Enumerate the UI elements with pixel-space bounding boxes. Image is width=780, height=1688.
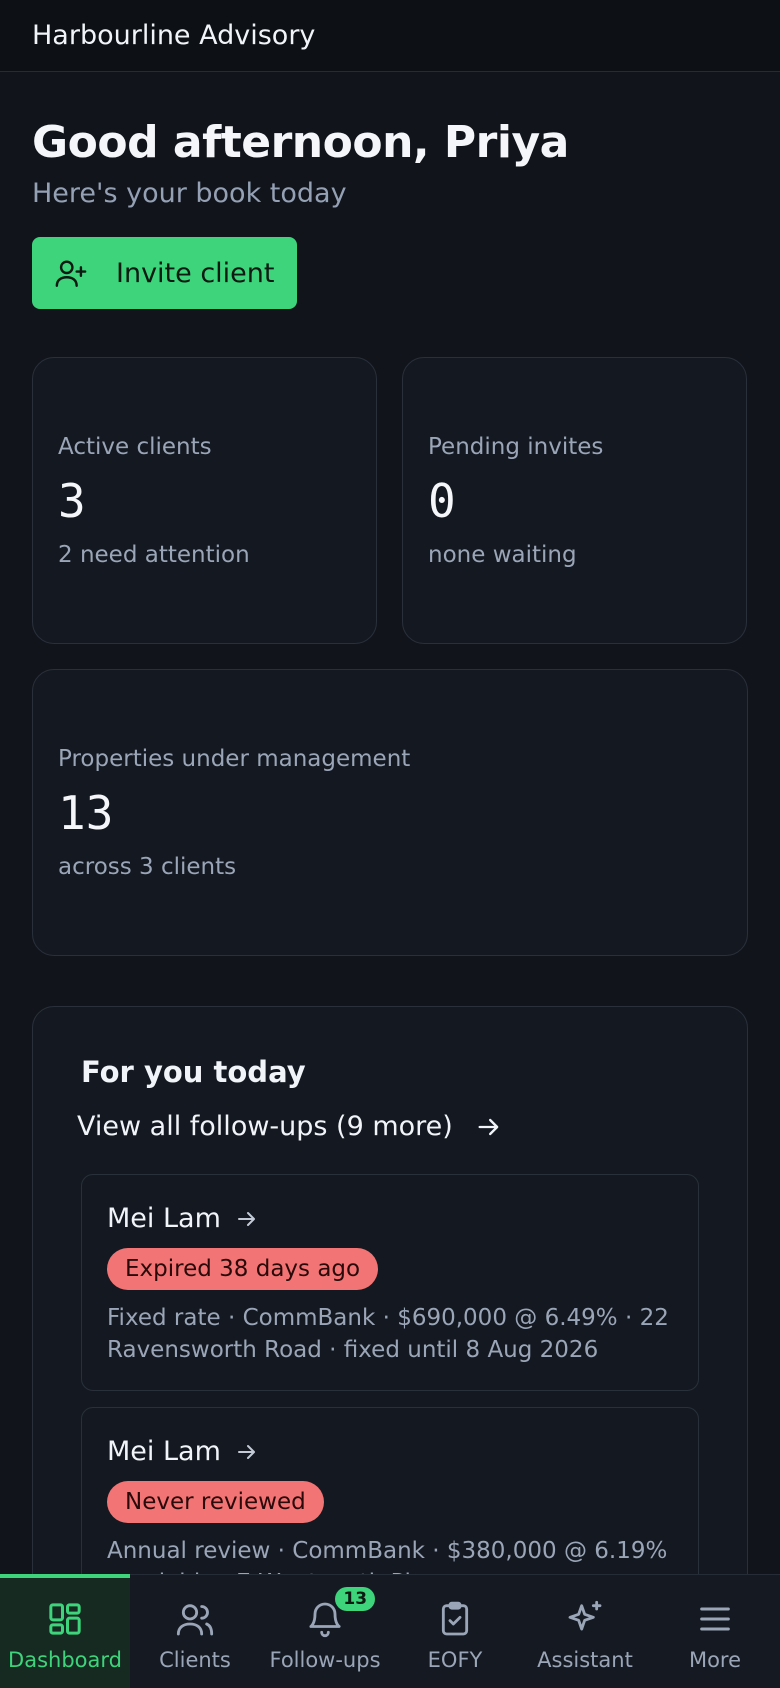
tab-label: Clients xyxy=(159,1648,231,1672)
tab-eofy[interactable]: EOFY xyxy=(390,1575,520,1688)
page-subtitle: Here's your book today xyxy=(32,178,347,209)
tab-follow-ups[interactable]: 13 Follow-ups xyxy=(260,1575,390,1688)
stat-value: 0 xyxy=(428,473,456,528)
followup-client-name: Mei Lam xyxy=(107,1436,221,1467)
stat-card-active-clients: Active clients 3 2 need attention xyxy=(32,357,377,644)
arrow-right-icon xyxy=(235,1207,259,1231)
followup-client-name: Mei Lam xyxy=(107,1203,221,1234)
invite-client-label: Invite client xyxy=(116,257,275,289)
stat-note: none waiting xyxy=(428,541,577,568)
status-badge: Never reviewed xyxy=(107,1481,324,1523)
main-content[interactable]: Good afternoon, Priya Here's your book t… xyxy=(0,73,780,1574)
invite-client-button[interactable]: Invite client xyxy=(32,237,297,309)
for-you-today-card: For you today View all follow-ups (9 mor… xyxy=(32,1006,748,1574)
top-bar: Harbourline Advisory xyxy=(0,0,780,72)
followup-client[interactable]: Mei Lam xyxy=(107,1436,674,1467)
grid-icon xyxy=(45,1599,85,1639)
menu-icon xyxy=(695,1599,735,1639)
stat-label: Properties under management xyxy=(58,745,411,772)
view-all-followups-link[interactable]: View all follow-ups (9 more) xyxy=(77,1111,699,1142)
clipboard-check-icon xyxy=(435,1599,475,1639)
brand-name: Harbourline Advisory xyxy=(32,20,316,51)
followup-item[interactable]: Mei Lam Expired 38 days ago Fixed rate ·… xyxy=(81,1174,699,1391)
arrow-right-icon xyxy=(235,1440,259,1464)
bottom-tab-bar: Dashboard Clients 13 Follow-ups EOFY Ass… xyxy=(0,1574,780,1688)
followup-item[interactable]: Mei Lam Never reviewed Annual review · C… xyxy=(81,1407,699,1574)
tab-label: More xyxy=(688,1648,742,1672)
section-title: For you today xyxy=(81,1055,306,1089)
page-title: Good afternoon, Priya xyxy=(32,117,569,168)
stat-value: 3 xyxy=(58,473,86,528)
tab-clients[interactable]: Clients xyxy=(130,1575,260,1688)
tab-more[interactable]: More xyxy=(650,1575,780,1688)
followup-detail: Fixed rate · CommBank · $690,000 @ 6.49%… xyxy=(107,1305,669,1363)
stat-label: Pending invites xyxy=(428,433,604,460)
stat-card-properties: Properties under management 13 across 3 … xyxy=(32,669,748,956)
users-icon xyxy=(175,1599,215,1639)
view-all-label: View all follow-ups (9 more) xyxy=(77,1111,453,1142)
stat-value: 13 xyxy=(58,785,114,840)
followup-client[interactable]: Mei Lam xyxy=(107,1203,674,1234)
tab-assistant[interactable]: Assistant xyxy=(520,1575,650,1688)
tab-dashboard[interactable]: Dashboard xyxy=(0,1574,130,1688)
tab-label: Follow-ups xyxy=(269,1648,381,1672)
stat-label: Active clients xyxy=(58,433,212,460)
stats-grid: Active clients 3 2 need attention Pendin… xyxy=(32,357,748,644)
stat-note: across 3 clients xyxy=(58,853,237,880)
stat-card-pending-invites: Pending invites 0 none waiting xyxy=(402,357,747,644)
arrow-right-icon xyxy=(475,1113,503,1141)
tab-label: Assistant xyxy=(537,1648,633,1672)
tab-label: Dashboard xyxy=(8,1648,122,1672)
user-plus-icon xyxy=(54,256,88,290)
notification-count-badge: 13 xyxy=(335,1587,376,1611)
sparkles-icon xyxy=(565,1599,605,1639)
stat-note: 2 need attention xyxy=(58,541,250,568)
status-badge: Expired 38 days ago xyxy=(107,1248,379,1290)
tab-label: EOFY xyxy=(427,1648,483,1672)
followup-detail: Annual review · CommBank · $380,000 @ 6.… xyxy=(107,1538,668,1574)
